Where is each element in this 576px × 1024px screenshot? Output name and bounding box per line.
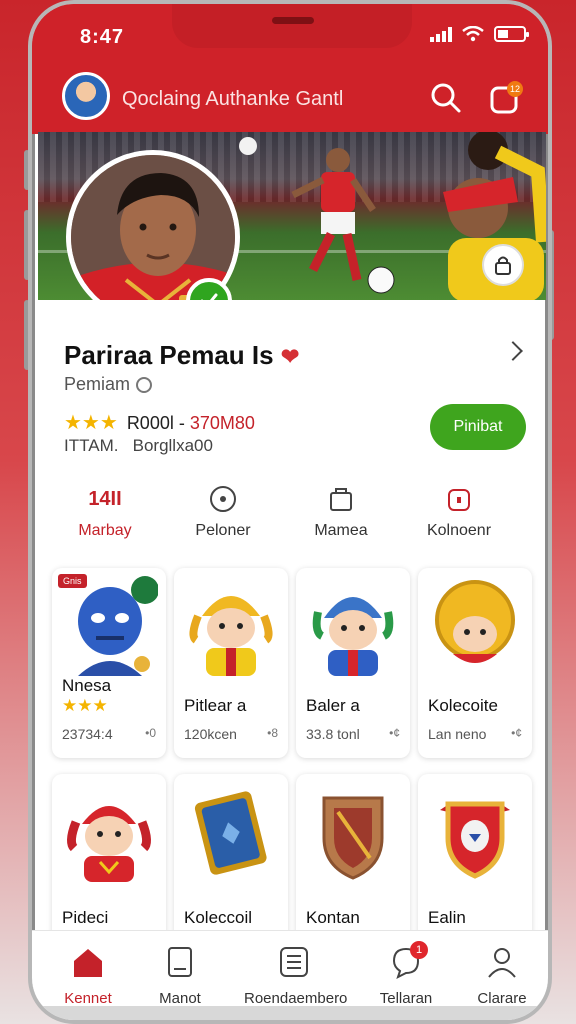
blue-helmet-figure-icon bbox=[304, 576, 402, 676]
card-name: Pitlear a bbox=[184, 696, 247, 715]
card-sub: 33.8 tonl bbox=[306, 726, 360, 742]
gold-helmet-figure-icon bbox=[426, 576, 524, 676]
price-value: 370M80 bbox=[189, 413, 255, 433]
card-stars: ★★★ bbox=[62, 696, 108, 715]
tab-mamea[interactable]: Mamea bbox=[282, 482, 400, 540]
tab-bar: 14II Marbay Peloner Mamea Kolnoenr bbox=[32, 482, 548, 552]
signal-icon bbox=[430, 26, 452, 42]
home-icon bbox=[74, 949, 102, 977]
nav-label: Kennet bbox=[64, 990, 112, 1007]
nav-tellaran[interactable]: 1 Tellaran bbox=[358, 941, 454, 1007]
team-row: ITTAM. Borgllxa00 bbox=[64, 436, 213, 456]
notification-icon[interactable]: 12 bbox=[488, 80, 524, 116]
nav-label: Clarare bbox=[477, 990, 527, 1007]
red-shield-icon bbox=[426, 782, 524, 882]
tab-peloner-label: Peloner bbox=[195, 522, 251, 539]
price-label: R000l - bbox=[126, 413, 185, 433]
player-name-text: Pariraa Pemau Is bbox=[64, 340, 274, 370]
notification-count: 12 bbox=[510, 84, 520, 94]
app-bar: Qoclaing Authanke Gantl 12 bbox=[32, 64, 548, 134]
lock-icon[interactable] bbox=[482, 244, 524, 286]
tab-marbay[interactable]: 14II Marbay bbox=[46, 482, 164, 540]
card-name: Kontan bbox=[306, 908, 360, 927]
nav-label: Manot bbox=[159, 990, 201, 1007]
profile-icon bbox=[488, 948, 516, 978]
status-time: 8:47 bbox=[80, 26, 125, 48]
clock-icon bbox=[210, 486, 236, 512]
nav-kennet[interactable]: Kennet bbox=[40, 945, 136, 1007]
bronze-shield-icon bbox=[304, 782, 402, 882]
card-kolecoite[interactable]: Kolecoite Lan neno •¢ bbox=[418, 568, 532, 758]
card-name: Kolecoite bbox=[428, 696, 498, 715]
phone-frame: 8:47 Qoclaing Authanke Gantl 12 Pariraa … bbox=[28, 0, 552, 1024]
card-name: Ealin bbox=[428, 908, 466, 927]
tab-peloner[interactable]: Peloner bbox=[164, 482, 282, 540]
tab-mamea-label: Mamea bbox=[314, 522, 368, 539]
yellow-helmet-figure-icon bbox=[182, 576, 280, 676]
nav-manot[interactable]: Manot bbox=[132, 945, 228, 1007]
team-value: Borgllxa00 bbox=[132, 436, 213, 455]
rating-price-row: ★★★ R000l - 370M80 bbox=[64, 410, 255, 435]
status-icons bbox=[430, 26, 529, 42]
card-baler[interactable]: Baler a 33.8 tonl •¢ bbox=[296, 568, 410, 758]
card-meta: •8 bbox=[267, 726, 278, 740]
action-button[interactable]: Pinibat bbox=[430, 404, 526, 450]
user-avatar[interactable] bbox=[62, 72, 110, 120]
card-meta: •0 bbox=[145, 726, 156, 740]
tab-kolnoenr[interactable]: Kolnoenr bbox=[400, 482, 518, 540]
info-icon[interactable] bbox=[136, 377, 153, 394]
card-pitlear[interactable]: Pitlear a 120kcen •8 bbox=[174, 568, 288, 758]
heart-icon[interactable]: ❤ bbox=[281, 344, 299, 369]
defender-figure bbox=[443, 132, 546, 300]
notch bbox=[172, 4, 412, 48]
app-title: Qoclaing Authanke Gantl bbox=[122, 88, 344, 110]
nav-label: Roendaembero bbox=[244, 990, 348, 1007]
red-cap-figure-icon bbox=[60, 782, 158, 882]
card-sub: 23734:4 bbox=[62, 726, 113, 742]
blue-card-icon bbox=[182, 782, 280, 882]
wifi-icon bbox=[462, 26, 484, 42]
card-sub: 120kcen bbox=[184, 726, 237, 742]
tab-marbay-label: Marbay bbox=[78, 522, 132, 539]
tablet-icon bbox=[168, 947, 192, 977]
card-name: Baler a bbox=[306, 696, 360, 715]
hero-banner bbox=[38, 132, 546, 300]
search-icon[interactable] bbox=[428, 80, 464, 116]
card-nnesa[interactable]: Gnis Nnesa ★★★ 23734:4 •0 bbox=[52, 568, 166, 758]
card-meta: •¢ bbox=[511, 726, 522, 740]
card-meta: •¢ bbox=[389, 726, 400, 740]
battery-icon bbox=[494, 26, 529, 42]
card-name: Nnesa bbox=[62, 676, 112, 695]
player-role-text: Pemiam bbox=[64, 374, 131, 394]
rating-stars: ★★★ bbox=[64, 412, 118, 434]
player-name: Pariraa Pemau Is ❤ bbox=[64, 340, 299, 371]
player-role: Pemiam bbox=[64, 374, 153, 395]
lock-outline-icon bbox=[448, 489, 470, 511]
nav-label: Tellaran bbox=[379, 990, 433, 1007]
tab-marbay-value: 14II bbox=[88, 487, 122, 510]
nav-clarare[interactable]: Clarare bbox=[454, 945, 548, 1007]
home-indicator bbox=[38, 1006, 546, 1020]
blue-creature-icon bbox=[60, 576, 158, 676]
bag-icon bbox=[330, 488, 352, 511]
card-tag: Gnis bbox=[58, 574, 87, 588]
card-name: Koleccoil bbox=[184, 908, 253, 927]
status-bar: 8:47 bbox=[32, 4, 548, 64]
striker-figure bbox=[291, 148, 395, 294]
chevron-right-icon[interactable] bbox=[503, 341, 523, 361]
team-label: ITTAM. bbox=[64, 436, 119, 455]
card-name: Pideci bbox=[62, 908, 109, 927]
nav-roendaembero[interactable]: Roendaembero bbox=[244, 945, 348, 1007]
card-sub: Lan neno bbox=[428, 726, 487, 742]
calendar-icon bbox=[280, 947, 308, 977]
tab-kolnoenr-label: Kolnoenr bbox=[426, 522, 492, 539]
nav-badge: 1 bbox=[410, 941, 428, 959]
